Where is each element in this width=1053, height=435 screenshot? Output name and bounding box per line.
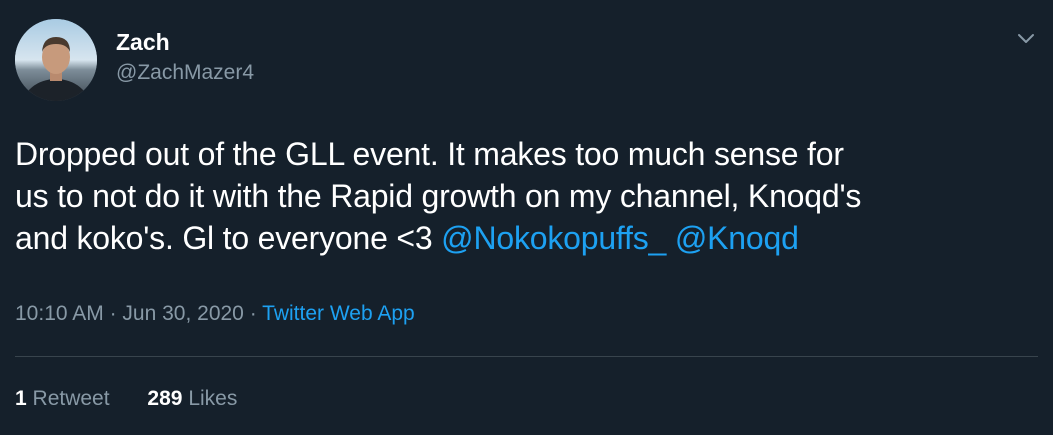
chevron-down-icon[interactable] (1015, 27, 1037, 49)
tweet-time[interactable]: 10:10 AM (15, 302, 104, 325)
meta-separator: · (109, 302, 117, 325)
likes-count: 289 (147, 387, 183, 410)
tweet-text: Dropped out of the GLL event. It makes t… (15, 133, 1035, 259)
author-display-name[interactable]: Zach (116, 28, 254, 56)
tweet-date[interactable]: Jun 30, 2020 (122, 302, 243, 325)
author-block[interactable]: Zach @ZachMazer4 (116, 28, 254, 87)
author-handle[interactable]: @ZachMazer4 (116, 59, 254, 87)
tweet-source-link[interactable]: Twitter Web App (262, 302, 415, 325)
retweets-stat[interactable]: 1 Retweet (15, 385, 110, 413)
likes-stat[interactable]: 289 Likes (147, 385, 237, 413)
avatar[interactable] (15, 19, 97, 101)
tweet-metadata: 10:10 AM · Jun 30, 2020 · Twitter Web Ap… (15, 300, 415, 328)
avatar-photo (15, 19, 97, 101)
retweets-count: 1 (15, 387, 27, 410)
meta-separator: · (249, 302, 257, 325)
tweet-card: Zach @ZachMazer4 Dropped out of the GLL … (0, 0, 1053, 435)
retweets-label: Retweet (32, 387, 110, 410)
likes-label: Likes (188, 387, 238, 410)
mention-knoqd[interactable]: @Knoqd (675, 220, 799, 256)
divider (15, 356, 1038, 357)
mention-nokokopuffs[interactable]: @Nokokopuffs_ (441, 220, 666, 256)
tweet-stats: 1 Retweet 289 Likes (15, 385, 237, 413)
